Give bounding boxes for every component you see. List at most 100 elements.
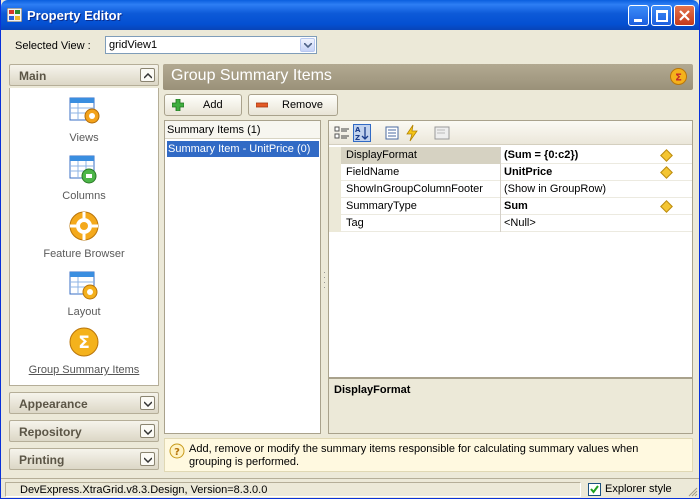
property-name-label: ShowInGroupColumnFooter [346, 183, 483, 195]
list-item-label: Summary Item - UnitPrice (0) [168, 143, 311, 155]
chevron-up-icon [144, 73, 152, 79]
categorized-icon[interactable] [333, 124, 351, 142]
property-name-label: SummaryType [346, 200, 417, 212]
modified-diamond-icon [660, 200, 673, 213]
nav-item-label: Feature Browser [43, 248, 125, 260]
content-header: Group Summary Items Σ [163, 64, 693, 90]
collapse-button[interactable] [140, 68, 155, 82]
hint-text: Add, remove or modify the summary items … [189, 443, 639, 468]
chevron-down-icon [144, 401, 152, 407]
resize-grip-icon[interactable] [686, 485, 698, 497]
nav-group-printing[interactable]: Printing [9, 448, 159, 470]
events-icon[interactable] [403, 124, 421, 142]
row-gutter [329, 215, 341, 232]
gear-icon [69, 211, 99, 241]
modified-diamond-icon [660, 149, 673, 162]
property-name: DisplayFormat [341, 147, 501, 164]
selected-view-value: gridView1 [109, 39, 158, 51]
property-value-label: Sum [504, 200, 528, 212]
splitter-handle[interactable]: · · · · [323, 268, 326, 292]
sort-az-icon: AZ [355, 126, 369, 142]
property-name-label: FieldName [346, 166, 400, 178]
nav-item-views[interactable]: Views [10, 94, 158, 150]
property-value-label: (Sum = {0:c2}) [504, 149, 579, 161]
list-header-label: Summary Items (1) [167, 124, 261, 136]
selected-view-label: Selected View : [15, 40, 91, 52]
property-value-label: (Show in GroupRow) [504, 183, 607, 195]
property-row-tag[interactable]: Tag <Null> [329, 215, 692, 232]
nav-item-label: Layout [67, 306, 101, 318]
checkmark-icon [590, 485, 599, 494]
nav-group-appearance[interactable]: Appearance [9, 392, 159, 414]
nav-item-columns[interactable]: Columns [10, 152, 158, 208]
nav-main-body: Views Columns Feature Browser Layout Σ G… [9, 88, 159, 386]
add-button-label: Add [203, 99, 223, 111]
summary-items-list[interactable]: Summary Items (1) Summary Item - UnitPri… [164, 120, 321, 434]
row-gutter [329, 147, 341, 164]
add-button[interactable]: Add [164, 94, 242, 116]
svg-text:?: ? [174, 447, 180, 458]
sigma-icon: Σ [69, 327, 99, 357]
property-value[interactable]: (Show in GroupRow) [502, 181, 692, 198]
property-row-showingroupcolumnfooter[interactable]: ShowInGroupColumnFooter (Show in GroupRo… [329, 181, 692, 198]
title-bar[interactable]: Property Editor [1, 0, 699, 30]
window-title: Property Editor [27, 8, 122, 23]
list-item[interactable]: Summary Item - UnitPrice (0) [167, 141, 319, 157]
maximize-button[interactable] [651, 5, 672, 26]
svg-text:Σ: Σ [78, 333, 90, 353]
nav-item-label: Group Summary Items [28, 364, 140, 376]
navigation-pane: Main Views Columns Feature Browser Layou… [9, 64, 159, 476]
svg-text:Σ: Σ [675, 73, 682, 84]
nav-item-layout[interactable]: Layout [10, 268, 158, 324]
remove-button-label: Remove [282, 99, 323, 111]
property-grid-toolbar: AZ [329, 121, 692, 145]
property-grid: AZ DisplayFormat (Sum = {0:c2}) FieldNam… [328, 120, 693, 378]
property-value[interactable]: <Null> [502, 215, 692, 232]
explorer-style-checkbox[interactable] [588, 483, 601, 496]
nav-group-repository[interactable]: Repository [9, 420, 159, 442]
svg-text:Z: Z [355, 134, 360, 141]
property-name: Tag [341, 215, 501, 232]
chevron-down-icon [144, 429, 152, 435]
dropdown-arrow-button[interactable] [300, 38, 315, 52]
property-row-fieldname[interactable]: FieldName UnitPrice [329, 164, 692, 181]
selected-view-dropdown[interactable]: gridView1 [105, 36, 317, 54]
minimize-button[interactable] [628, 5, 649, 26]
status-bar: DevExpress.XtraGrid.v8.3.Design, Version… [1, 478, 699, 498]
alphabetical-sort-button[interactable]: AZ [353, 124, 371, 142]
expand-button[interactable] [140, 452, 155, 466]
expand-button[interactable] [140, 424, 155, 438]
property-value[interactable]: Sum [502, 198, 692, 215]
content-area: Group Summary Items Σ Add Remove Summary… [163, 64, 693, 474]
property-editor-window: Property Editor Selected View : gridView… [0, 0, 700, 499]
property-pages-icon[interactable] [433, 124, 451, 142]
remove-button[interactable]: Remove [248, 94, 338, 116]
properties-icon[interactable] [383, 124, 401, 142]
nav-item-group-summary-items[interactable]: Σ Group Summary Items [10, 326, 158, 382]
plus-icon [172, 99, 184, 111]
property-row-summarytype[interactable]: SummaryType Sum [329, 198, 692, 215]
list-header: Summary Items (1) [165, 121, 320, 139]
close-icon [679, 10, 690, 21]
property-value[interactable]: (Sum = {0:c2}) [502, 147, 692, 164]
explorer-style-toggle[interactable]: Explorer style [584, 482, 682, 497]
nav-group-main[interactable]: Main [9, 64, 159, 86]
question-icon: ? [169, 443, 185, 459]
expand-button[interactable] [140, 396, 155, 410]
property-name: ShowInGroupColumnFooter [341, 181, 501, 198]
modified-diamond-icon [660, 166, 673, 179]
close-button[interactable] [674, 5, 695, 26]
nav-item-feature-browser[interactable]: Feature Browser [10, 210, 158, 266]
property-value[interactable]: UnitPrice [502, 164, 692, 181]
minus-icon [256, 102, 268, 108]
chevron-down-icon [144, 457, 152, 463]
row-gutter [329, 198, 341, 215]
row-gutter [329, 181, 341, 198]
property-name: SummaryType [341, 198, 501, 215]
hint-panel: ? Add, remove or modify the summary item… [164, 438, 693, 472]
property-row-displayformat[interactable]: DisplayFormat (Sum = {0:c2}) [329, 147, 692, 164]
version-text: DevExpress.XtraGrid.v8.3.Design, Version… [20, 484, 268, 496]
version-panel: DevExpress.XtraGrid.v8.3.Design, Version… [5, 482, 581, 497]
views-icon [69, 97, 100, 124]
nav-item-label: Columns [62, 190, 106, 202]
